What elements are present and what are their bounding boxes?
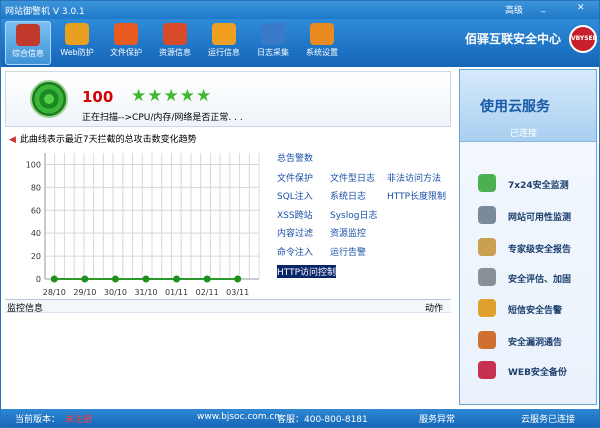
brand-title: 佰驿互联安全中心 <box>464 32 561 46</box>
monitor-info-header[interactable]: 监控信息 <box>7 301 43 314</box>
app-window: 网站御警机 V 3.0.1 高级 _ ✕ 综合信息 Web防护 文件保护 资源信… <box>0 0 600 428</box>
title-bar[interactable]: 网站御警机 V 3.0.1 高级 _ ✕ <box>1 1 599 19</box>
y-tick-label: 80 <box>31 183 41 192</box>
legend-http-length-limit[interactable]: HTTP长度限制 <box>387 189 446 202</box>
heart-plus-icon <box>478 361 496 379</box>
y-tick-label: 0 <box>36 275 41 284</box>
legend-content-filter[interactable]: 内容过滤 <box>277 226 313 239</box>
tab-web-protection[interactable]: Web防护 <box>54 21 100 65</box>
legend-illegal-method[interactable]: 非法访问方法 <box>387 171 441 184</box>
main-toolbar: 综合信息 Web防护 文件保护 资源信息 运行信息 日志采集 系统设置 佰驿互联… <box>1 19 599 67</box>
tab-log-collection[interactable]: 日志采集 <box>250 21 296 65</box>
legend-file-protection[interactable]: 文件保护 <box>277 171 313 184</box>
legend-xss[interactable]: XSS跨站 <box>277 208 313 221</box>
service-security-assessment[interactable]: 安全评估、加固 <box>478 268 596 288</box>
x-tick-label: 01/11 <box>165 288 188 297</box>
service-sms-alert[interactable]: 短信安全告警 <box>478 299 596 319</box>
service-availability-monitoring[interactable]: 网站可用性监测 <box>478 206 596 226</box>
legend-sql-injection[interactable]: SQL注入 <box>277 189 313 202</box>
status-bar: 当前版本： 未注册 www.bjsoc.com.cn 客服：400-800-81… <box>1 409 599 427</box>
data-point <box>81 275 89 283</box>
legend-resource-monitor[interactable]: 资源监控 <box>330 226 366 239</box>
service-status: 服务异常 <box>419 415 456 425</box>
legend-total-alerts[interactable]: 总告警数 <box>277 151 313 164</box>
data-point <box>142 275 150 283</box>
legend-command-injection[interactable]: 命令注入 <box>277 245 313 258</box>
monitor-icon <box>16 24 40 46</box>
data-point <box>50 275 58 283</box>
window-title: 网站御警机 V 3.0.1 <box>5 7 85 17</box>
tab-file-protection[interactable]: 文件保护 <box>103 21 149 65</box>
radar-icon <box>30 80 68 118</box>
cloud-banner[interactable]: 使用云服务 已连接 <box>460 70 596 142</box>
legend-system-log[interactable]: 系统日志 <box>330 189 366 202</box>
legend-http-access-control[interactable]: HTTP访问控制 <box>277 265 337 278</box>
action-header[interactable]: 动作 <box>425 301 443 314</box>
brand-logo: VBYSEE <box>569 25 597 53</box>
rating-stars: ★★★★★ <box>131 86 213 106</box>
bug-icon <box>478 331 496 349</box>
tab-runtime-info[interactable]: 运行信息 <box>201 21 247 65</box>
cloud-service-panel: 使用云服务 已连接 7x24安全监测 网站可用性监测 专家级安全报告 安全评估、… <box>459 69 597 405</box>
refresh-icon <box>212 23 236 45</box>
log-icon <box>261 23 285 45</box>
cloud-title: 使用云服务 <box>480 99 550 115</box>
attack-trend-chart: 0 20 40 60 80 100 28/10 29/10 30/10 31/10 01/11 02/… <box>26 153 260 297</box>
data-point <box>111 275 119 283</box>
tab-overview[interactable]: 综合信息 <box>5 21 51 65</box>
y-tick-label: 20 <box>31 252 41 261</box>
version-value: 未注册 <box>65 415 93 425</box>
y-tick-label: 40 <box>31 229 41 238</box>
speaker-icon: ◀ <box>9 135 16 145</box>
hotline-text: 客服：400-800-8181 <box>277 415 368 425</box>
clock-icon <box>478 174 496 192</box>
report-icon <box>478 238 496 256</box>
minimize-button[interactable]: _ <box>541 3 546 13</box>
data-point <box>203 275 211 283</box>
tab-system-settings[interactable]: 系统设置 <box>299 21 345 65</box>
y-tick-label: 100 <box>26 160 41 169</box>
data-point <box>234 275 242 283</box>
status-panel: 100 ★★★★★ 正在扫描-->CPU/内存/网络是否正常. . . <box>5 71 451 127</box>
legend-file-log[interactable]: 文件型日志 <box>330 171 375 184</box>
monitor-table-header: 监控信息 动作 <box>5 299 451 314</box>
legend-runtime-alert[interactable]: 运行告警 <box>330 245 366 258</box>
cloud-status: 云服务已连接 <box>521 415 576 425</box>
gears-icon <box>478 268 496 286</box>
ww-icon <box>65 23 89 45</box>
data-point <box>173 275 181 283</box>
y-tick-label: 60 <box>31 206 41 215</box>
x-tick-label: 30/10 <box>104 288 127 297</box>
x-tick-label: 03/11 <box>226 288 249 297</box>
scan-status-text: 正在扫描-->CPU/内存/网络是否正常. . . <box>82 113 243 123</box>
advanced-button[interactable]: 高级 <box>505 3 523 16</box>
service-vulnerability-notice[interactable]: 安全漏洞通告 <box>478 331 596 351</box>
service-expert-report[interactable]: 专家级安全报告 <box>478 238 596 258</box>
x-tick-label: 02/11 <box>196 288 219 297</box>
chart-notice-text: 此曲线表示最近7天拦截的总攻击数变化趋势 <box>19 135 197 145</box>
shield-100-icon <box>114 23 138 45</box>
security-score: 100 <box>82 88 114 106</box>
envelope-icon <box>478 299 496 317</box>
gear-icon <box>310 23 334 45</box>
legend-syslog[interactable]: Syslog日志 <box>330 208 377 221</box>
close-button[interactable]: ✕ <box>577 3 585 13</box>
book-icon <box>163 23 187 45</box>
x-tick-label: 31/10 <box>134 288 157 297</box>
x-tick-label: 28/10 <box>43 288 66 297</box>
website-link[interactable]: www.bjsoc.com.cn <box>197 412 280 422</box>
tab-resource-info[interactable]: 资源信息 <box>152 21 198 65</box>
cloud-connection-status: 已连接 <box>510 129 538 139</box>
service-web-backup[interactable]: WEB安全备份 <box>478 361 596 381</box>
screen-icon <box>478 206 496 224</box>
service-24x7-monitoring[interactable]: 7x24安全监测 <box>478 174 596 194</box>
version-label: 当前版本： <box>15 415 61 425</box>
x-tick-label: 29/10 <box>73 288 96 297</box>
chart-notice: ◀ 此曲线表示最近7天拦截的总攻击数变化趋势 <box>9 132 197 145</box>
